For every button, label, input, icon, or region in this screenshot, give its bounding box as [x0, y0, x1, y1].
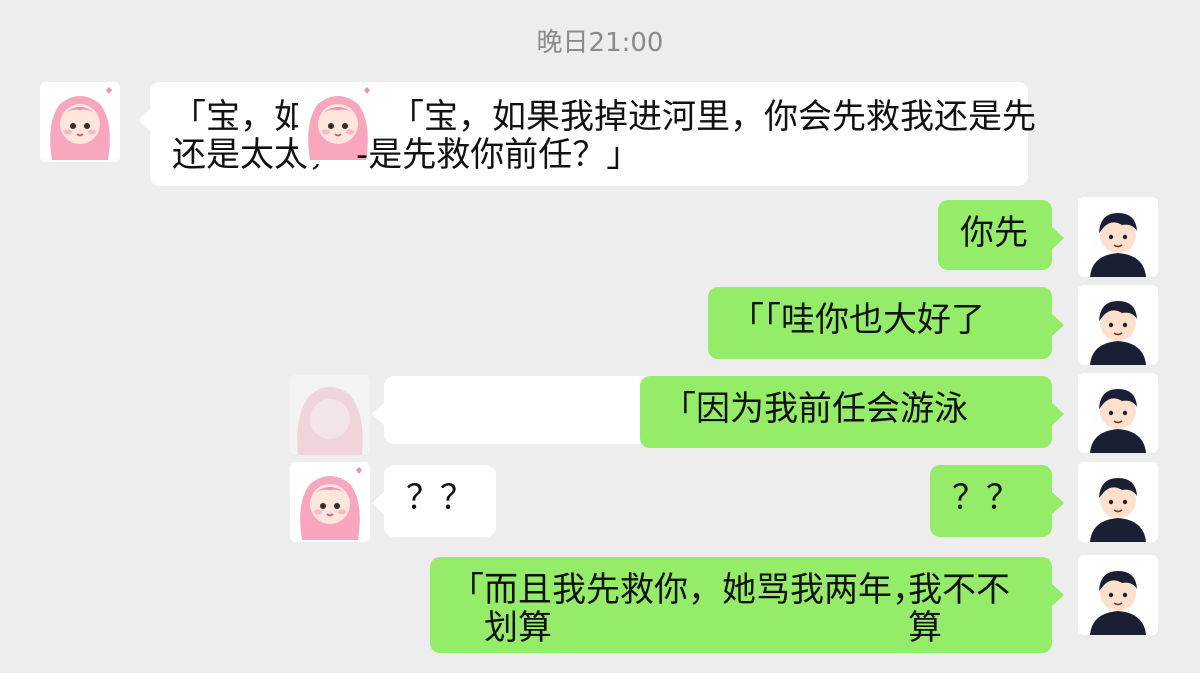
- boy-avatar-icon[interactable]: [1078, 373, 1158, 453]
- message-text-line: 「宝，如果我掉进河里，你会先救我还是先: [390, 97, 1036, 137]
- message-bubble-sent[interactable]: 「「哇你也大好了: [708, 287, 1064, 359]
- message-text-line: 「而且我先救你，她骂我两年，: [450, 570, 926, 610]
- girl-avatar-icon[interactable]: [40, 82, 120, 162]
- message-bubble-sent[interactable]: 「因为我前任会游泳: [640, 376, 1064, 448]
- girl-avatar-icon[interactable]: [290, 462, 370, 542]
- boy-avatar-icon[interactable]: [1078, 285, 1158, 365]
- boy-avatar-icon[interactable]: [1078, 197, 1158, 277]
- boy-avatar-icon[interactable]: [1078, 462, 1158, 542]
- message-bubble-received[interactable]: [372, 376, 684, 444]
- message-text-line: -是先救你前任？」: [356, 135, 641, 175]
- message-bubble-received[interactable]: 「宝，如果我掉进河里，你会先救我还是先 -是先救你前任？」: [356, 86, 1036, 182]
- message-bubble-sent[interactable]: ？？: [930, 465, 1064, 537]
- message-text: 「因为我前任会游泳: [662, 389, 968, 429]
- message-text-line: 算: [908, 608, 942, 648]
- girl-avatar-icon[interactable]: [290, 375, 370, 455]
- message-text: 「「哇你也大好了: [730, 300, 985, 340]
- chat-timestamp: 晚日21:00: [536, 28, 664, 58]
- message-text: 你先: [960, 213, 1028, 253]
- message-bubble-sent[interactable]: 「而且我先救你，她骂我两年， 划算 我不不 算: [430, 557, 1064, 653]
- message-text: ？？: [952, 478, 1020, 518]
- boy-avatar-icon[interactable]: [1078, 555, 1158, 635]
- message-text: ？？: [406, 478, 474, 518]
- message-bubble-received[interactable]: ？？: [372, 465, 496, 537]
- message-text-line: 划算: [484, 608, 552, 648]
- message-bubble-sent[interactable]: 你先: [938, 200, 1064, 270]
- message-text-line: 我不不: [908, 570, 1010, 610]
